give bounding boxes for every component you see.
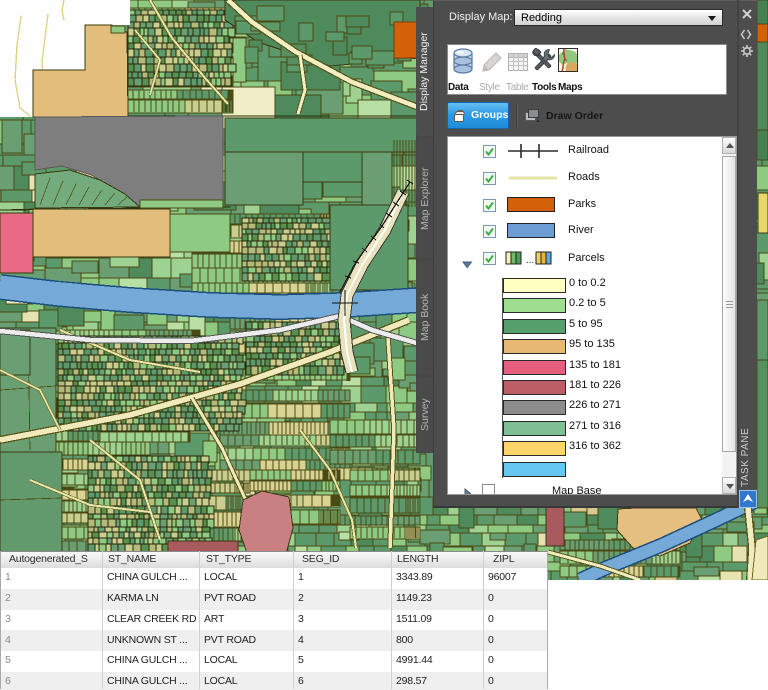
svg-text:...: ... <box>526 255 534 265</box>
